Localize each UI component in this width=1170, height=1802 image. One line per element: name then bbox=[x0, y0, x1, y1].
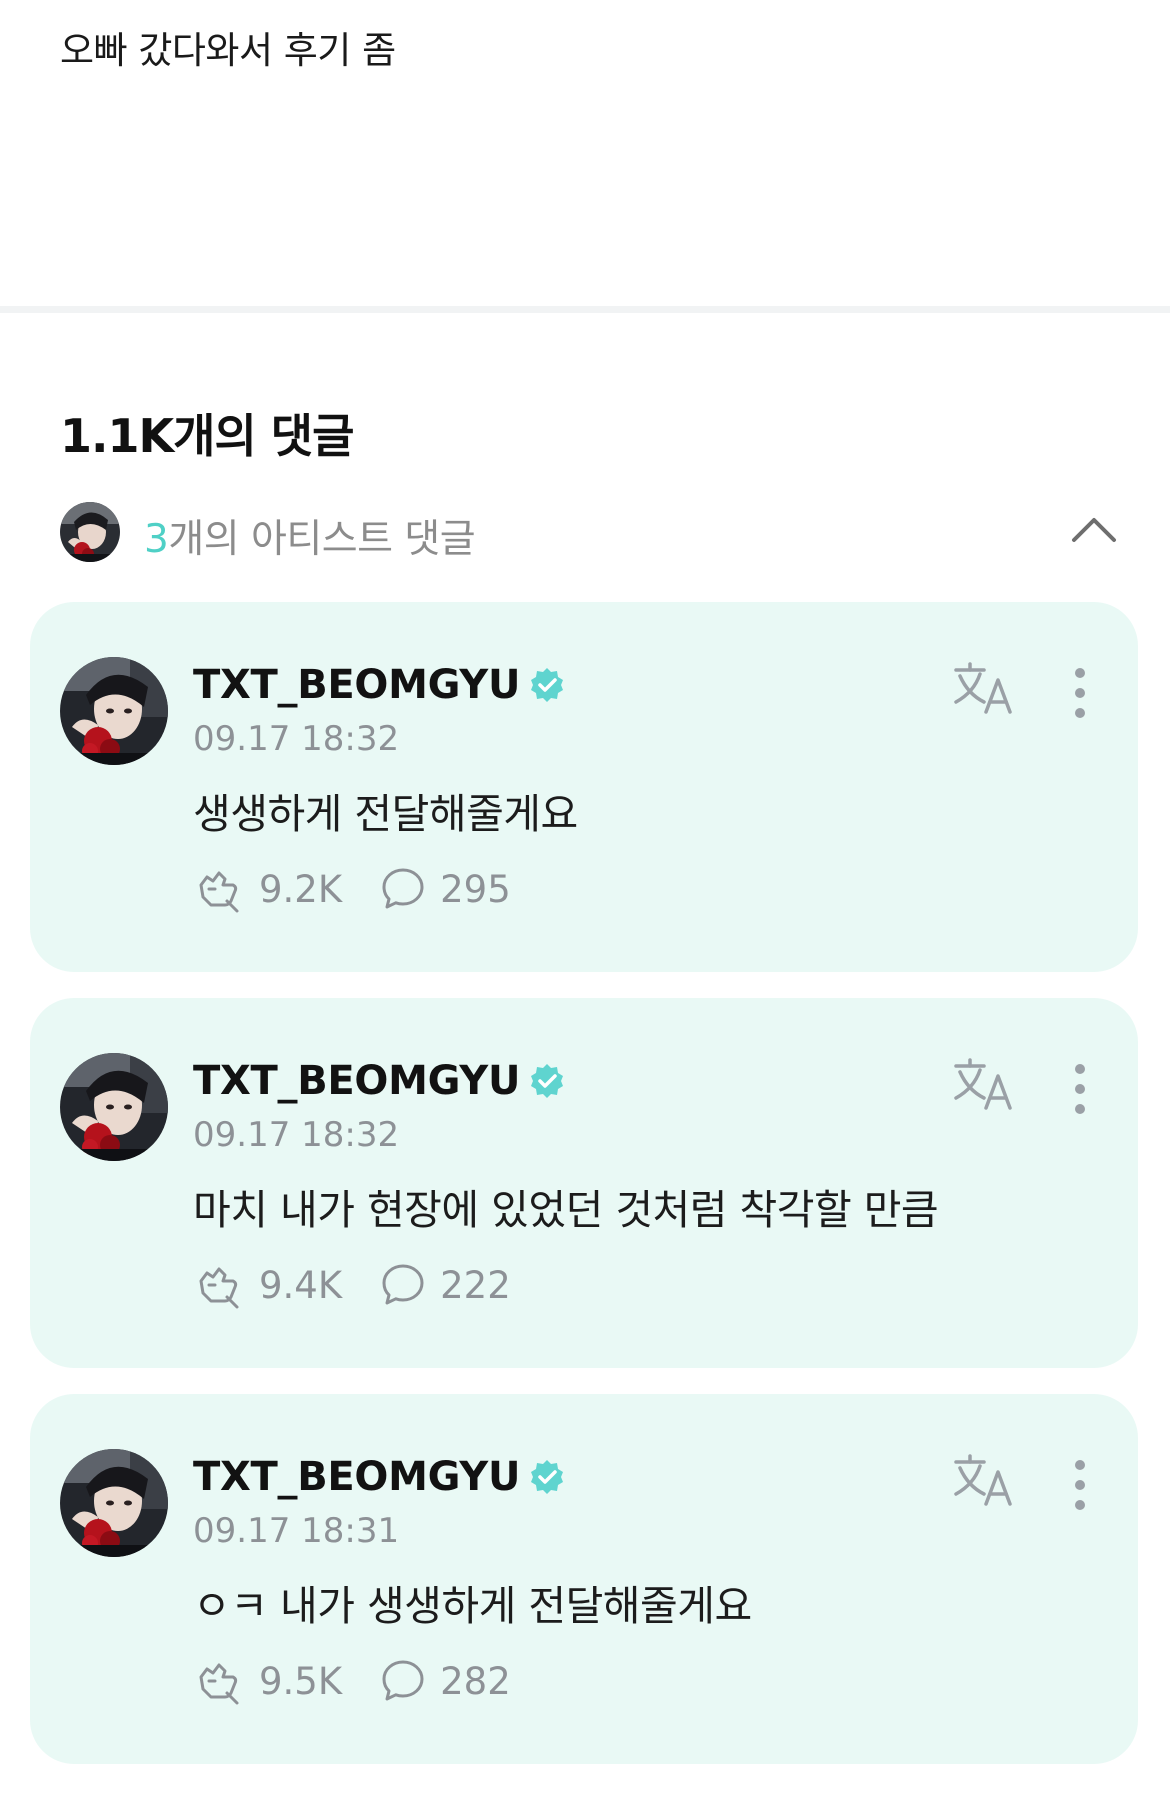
author-name[interactable]: TXT_BEOMGYU bbox=[193, 1454, 520, 1500]
author-name[interactable]: TXT_BEOMGYU bbox=[193, 1058, 520, 1104]
section-divider bbox=[0, 306, 1170, 313]
comment-text: 생생하게 전달해줄게요 bbox=[193, 790, 578, 838]
reaction-count: 9.5K bbox=[259, 1659, 343, 1703]
reaction-icon[interactable] bbox=[193, 863, 245, 915]
more-vertical-icon[interactable] bbox=[1070, 1458, 1090, 1512]
comment-timestamp: 09.17 18:32 bbox=[193, 719, 400, 759]
verified-badge-icon bbox=[528, 1062, 566, 1100]
comment-timestamp: 09.17 18:32 bbox=[193, 1115, 400, 1155]
comment-text: ㅇㅋ 내가 생생하게 전달해줄게요 bbox=[193, 1582, 752, 1630]
artist-comment-card: TXT_BEOMGYU 09.17 18:32 마치 내가 현장에 있었던 것처… bbox=[30, 998, 1138, 1368]
comment-bubble-icon[interactable] bbox=[380, 1658, 426, 1704]
author-name[interactable]: TXT_BEOMGYU bbox=[193, 662, 520, 708]
avatar[interactable] bbox=[60, 1449, 168, 1557]
translate-icon[interactable] bbox=[952, 1454, 1016, 1506]
more-vertical-icon[interactable] bbox=[1070, 1062, 1090, 1116]
artist-comment-card: TXT_BEOMGYU 09.17 18:32 생생하게 전달해줄게요 9.2K bbox=[30, 602, 1138, 972]
artist-comments-count: 3 bbox=[144, 517, 169, 562]
author-line: TXT_BEOMGYU bbox=[193, 1452, 566, 1502]
artist-mini-avatar bbox=[60, 502, 120, 562]
comment-actions: 9.5K 282 bbox=[193, 1656, 511, 1706]
comments-header: 1.1K개의 댓글 bbox=[60, 400, 354, 466]
author-line: TXT_BEOMGYU bbox=[193, 660, 566, 710]
reply-count: 282 bbox=[440, 1659, 511, 1703]
comment-bubble-icon[interactable] bbox=[380, 866, 426, 912]
reply-count: 295 bbox=[440, 867, 511, 911]
avatar[interactable] bbox=[60, 1053, 168, 1161]
reaction-icon[interactable] bbox=[193, 1655, 245, 1707]
verified-badge-icon bbox=[528, 666, 566, 704]
comment-text: 마치 내가 현장에 있었던 것처럼 착각할 만큼 bbox=[193, 1186, 939, 1234]
artist-comments-text: 개의 아티스트 댓글 bbox=[168, 517, 476, 562]
chevron-up-icon[interactable] bbox=[1068, 510, 1120, 550]
more-vertical-icon[interactable] bbox=[1070, 666, 1090, 720]
comment-timestamp: 09.17 18:31 bbox=[193, 1511, 400, 1551]
author-line: TXT_BEOMGYU bbox=[193, 1056, 566, 1106]
artist-comments-label: 3개의 아티스트 댓글 bbox=[144, 508, 476, 564]
comments-count: 1.1K bbox=[60, 409, 174, 463]
reaction-count: 9.2K bbox=[259, 867, 343, 911]
reply-count: 222 bbox=[440, 1263, 511, 1307]
translate-icon[interactable] bbox=[952, 1058, 1016, 1110]
reaction-icon[interactable] bbox=[193, 1259, 245, 1311]
avatar[interactable] bbox=[60, 657, 168, 765]
artist-comment-card: TXT_BEOMGYU 09.17 18:31 ㅇㅋ 내가 생생하게 전달해줄게… bbox=[30, 1394, 1138, 1764]
comment-bubble-icon[interactable] bbox=[380, 1262, 426, 1308]
translate-icon[interactable] bbox=[952, 662, 1016, 714]
post-body-text: 오빠 갔다와서 후기 좀 bbox=[60, 29, 396, 72]
artist-comments-toggle[interactable]: 3개의 아티스트 댓글 bbox=[60, 500, 1120, 566]
comment-actions: 9.2K 295 bbox=[193, 864, 511, 914]
reaction-count: 9.4K bbox=[259, 1263, 343, 1307]
comments-label: 개의 댓글 bbox=[173, 409, 354, 463]
verified-badge-icon bbox=[528, 1458, 566, 1496]
comment-actions: 9.4K 222 bbox=[193, 1260, 511, 1310]
